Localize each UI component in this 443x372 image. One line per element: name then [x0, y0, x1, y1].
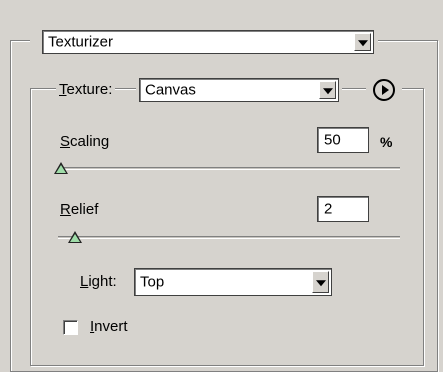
invert-label[interactable]: Invert — [90, 317, 128, 337]
light-label-text: ight: — [88, 273, 117, 290]
light-select-value: Top — [140, 273, 165, 291]
scaling-input[interactable]: 50 — [317, 127, 369, 153]
texture-select[interactable]: Canvas — [139, 78, 339, 102]
invert-label-text: nvert — [94, 318, 128, 335]
chevron-down-icon[interactable] — [319, 81, 336, 99]
chevron-down-icon[interactable] — [312, 271, 329, 293]
scaling-label: Scaling — [60, 132, 109, 152]
filter-select-value: Texturizer — [48, 33, 114, 51]
light-label: Light: — [80, 272, 117, 292]
scaling-label-text: caling — [70, 133, 110, 150]
texture-select-value: Canvas — [145, 81, 196, 99]
play-circle-icon[interactable] — [373, 79, 395, 101]
relief-label-text: elief — [70, 201, 99, 218]
scaling-slider-track[interactable] — [58, 167, 400, 170]
scaling-slider-thumb[interactable] — [54, 162, 68, 174]
scaling-input-value: 50 — [324, 131, 341, 149]
relief-input-value: 2 — [324, 200, 333, 218]
play-triangle-icon — [382, 85, 389, 95]
texture-label-text: exture: — [66, 81, 113, 98]
chevron-down-icon[interactable] — [354, 33, 371, 51]
relief-slider-thumb[interactable] — [67, 231, 82, 243]
filter-select[interactable]: Texturizer — [42, 30, 374, 54]
invert-checkbox[interactable] — [63, 320, 78, 335]
scaling-unit: % — [380, 134, 393, 150]
relief-slider-track[interactable] — [58, 236, 400, 239]
relief-label: Relief — [60, 200, 98, 220]
texture-label: Texture: — [56, 80, 116, 100]
relief-input[interactable]: 2 — [317, 196, 369, 222]
relief-label-mnemonic: R — [60, 201, 71, 218]
light-select[interactable]: Top — [134, 268, 332, 296]
scaling-label-mnemonic: S — [60, 133, 71, 150]
texture-label-mnemonic: T — [59, 81, 67, 98]
